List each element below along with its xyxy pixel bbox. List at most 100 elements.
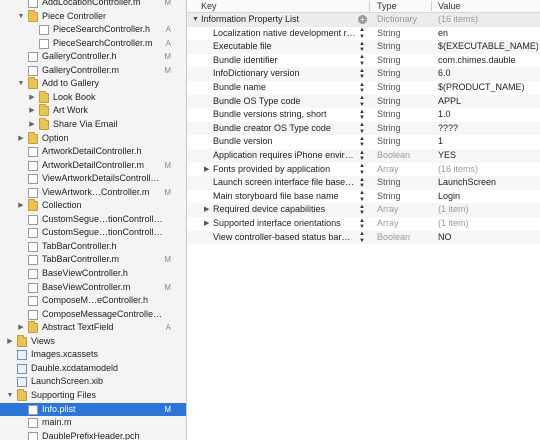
disclosure-open-icon[interactable]: ▼ <box>17 77 25 91</box>
disclosure-closed-icon[interactable]: ▶ <box>204 217 209 231</box>
plist-value[interactable]: YES <box>438 149 538 163</box>
plist-value[interactable]: Login <box>438 190 538 204</box>
disclosure-closed-icon[interactable]: ▶ <box>17 199 25 213</box>
disclosure-closed-icon[interactable]: ▶ <box>204 163 209 177</box>
plist-value[interactable]: (1 item) <box>438 217 538 231</box>
plist-type[interactable]: String <box>377 135 435 149</box>
navigator-file[interactable]: ArtworkDetailController.h <box>0 145 186 159</box>
plist-type[interactable]: String <box>377 176 435 190</box>
plist-value[interactable]: LaunchScreen <box>438 176 538 190</box>
disclosure-closed-icon[interactable]: ▶ <box>28 118 36 132</box>
key-selector-stepper-icon[interactable]: ▲▼ <box>359 122 365 135</box>
plist-key[interactable]: InfoDictionary version <box>213 67 359 81</box>
plist-key[interactable]: Supported interface orientations <box>213 217 359 231</box>
disclosure-closed-icon[interactable]: ▶ <box>28 91 36 105</box>
navigator-file[interactable]: PieceSearchController.h A <box>0 23 186 37</box>
plist-value[interactable]: $(EXECUTABLE_NAME) <box>438 40 538 54</box>
plist-type[interactable]: Boolean <box>377 231 435 245</box>
plist-type[interactable]: String <box>377 95 435 109</box>
plist-value[interactable]: $(PRODUCT_NAME) <box>438 81 538 95</box>
plist-row[interactable]: Bundle creator OS Type code ▲▼ String???? <box>187 121 540 136</box>
navigator-file[interactable]: PieceSearchController.m A <box>0 37 186 51</box>
disclosure-open-icon[interactable]: ▼ <box>17 10 25 24</box>
key-selector-stepper-icon[interactable]: ▲▼ <box>359 231 365 244</box>
plist-row[interactable]: Bundle version ▲▼ String 1 <box>187 135 540 149</box>
key-selector-stepper-icon[interactable]: ▲▼ <box>359 109 365 122</box>
plist-value[interactable]: (1 item) <box>438 203 538 217</box>
navigator-file[interactable]: CustomSegue…tionController.m <box>0 226 186 240</box>
key-selector-stepper-icon[interactable]: ▲▼ <box>359 136 365 149</box>
plist-type[interactable]: Array <box>377 203 435 217</box>
navigator-file[interactable]: GalleryController.h M <box>0 50 186 64</box>
key-column-header[interactable]: Key <box>201 0 217 12</box>
plist-type[interactable]: Array <box>377 163 435 177</box>
plist-type[interactable]: String <box>377 108 435 122</box>
key-selector-stepper-icon[interactable]: ▲▼ <box>359 190 365 203</box>
key-selector-stepper-icon[interactable]: ▲▼ <box>359 177 365 190</box>
type-column-header[interactable]: Type <box>377 0 397 12</box>
plist-row[interactable]: ▶ Required device capabilities ▲▼ Array (1 i… <box>187 203 540 217</box>
plist-root-row[interactable]: ▼ Information Property List + Dictionary (16… <box>187 13 540 27</box>
navigator-file[interactable]: CustomSegue…tionController.h <box>0 213 186 227</box>
plist-row[interactable]: Launch screen interface file base… ▲▼ Stri… <box>187 176 540 190</box>
plist-key[interactable]: Fonts provided by application <box>213 163 359 177</box>
plist-row[interactable]: Bundle identifier ▲▼ String com.chimes.daub… <box>187 54 540 68</box>
key-selector-stepper-icon[interactable]: ▲▼ <box>359 27 365 40</box>
plist-key[interactable]: Launch screen interface file base… <box>213 176 359 190</box>
plist-value[interactable]: ???? <box>438 122 538 136</box>
plist-key[interactable]: Bundle OS Type code <box>213 95 359 109</box>
plist-row[interactable]: Bundle versions string, short ▲▼ String 1.0 <box>187 108 540 122</box>
plist-type[interactable]: String <box>377 40 435 54</box>
plist-key[interactable]: Information Property List <box>201 13 359 27</box>
plist-value[interactable]: 6.0 <box>438 67 538 81</box>
plist-key[interactable]: Localization native development r… <box>213 27 359 41</box>
plist-type[interactable]: Boolean <box>377 149 435 163</box>
navigator-group[interactable]: ▶ Abstract TextField A <box>0 321 186 335</box>
plist-value[interactable]: en <box>438 27 538 41</box>
key-selector-stepper-icon[interactable]: ▲▼ <box>359 41 365 54</box>
plist-key[interactable]: Bundle identifier <box>213 54 359 68</box>
plist-value[interactable]: com.chimes.dauble <box>438 54 538 68</box>
plist-key[interactable]: Bundle versions string, short <box>213 108 359 122</box>
disclosure-open-icon[interactable]: ▼ <box>6 389 14 403</box>
plist-row[interactable]: Localization native development r… ▲▼ Stri… <box>187 27 540 41</box>
navigator-file[interactable]: BaseViewController.m M <box>0 281 186 295</box>
plist-key[interactable]: Executable file <box>213 40 359 54</box>
plist-row[interactable]: ▶ Fonts provided by application ▲▼ Array (16… <box>187 163 540 177</box>
disclosure-open-icon[interactable]: ▼ <box>192 13 199 27</box>
column-separator[interactable] <box>369 1 370 11</box>
navigator-group[interactable]: ▶ Look Book <box>0 90 186 105</box>
plist-type[interactable]: Dictionary <box>377 13 435 27</box>
navigator-file[interactable]: ArtworkDetailController.m M <box>0 159 186 173</box>
plist-value[interactable]: 1.0 <box>438 108 538 122</box>
disclosure-closed-icon[interactable]: ▶ <box>17 321 25 335</box>
column-separator[interactable] <box>431 1 432 11</box>
navigator-file[interactable]: Images.xcassets <box>0 348 186 362</box>
key-selector-stepper-icon[interactable]: ▲▼ <box>359 54 365 67</box>
disclosure-closed-icon[interactable]: ▶ <box>204 203 209 217</box>
navigator-group[interactable]: ▶ Collection <box>0 199 186 213</box>
plist-row[interactable]: Executable file ▲▼ String $(EXECUTABLE_NAME… <box>187 40 540 54</box>
disclosure-closed-icon[interactable]: ▶ <box>28 104 36 118</box>
plist-row[interactable]: ▶ Supported interface orientations ▲▼ Array… <box>187 217 540 231</box>
plist-type[interactable]: String <box>377 81 435 95</box>
navigator-group[interactable]: ▶ Share Via Email <box>0 117 186 132</box>
plist-type[interactable]: String <box>377 190 435 204</box>
disclosure-closed-icon[interactable]: ▶ <box>17 132 25 146</box>
plist-key[interactable]: Main storyboard file base name <box>213 190 359 204</box>
plist-key[interactable]: View controller-based status bar… <box>213 231 359 245</box>
plist-row[interactable]: View controller-based status bar… ▲▼ Boole… <box>187 230 540 245</box>
plist-row[interactable]: Bundle name ▲▼ String $(PRODUCT_NAME) <box>187 81 540 95</box>
plist-type[interactable]: String <box>377 67 435 81</box>
navigator-file[interactable]: main.m <box>0 416 186 430</box>
key-selector-stepper-icon[interactable]: ▲▼ <box>359 95 365 108</box>
navigator-group[interactable]: ▶ Option <box>0 131 186 146</box>
navigator-file[interactable]: ViewArtwork…Controller.m M <box>0 186 186 200</box>
navigator-group[interactable]: ▼ Supporting Files <box>0 388 186 403</box>
plist-key[interactable]: Bundle name <box>213 81 359 95</box>
navigator-group[interactable]: ▼ Piece Controller <box>0 9 186 24</box>
key-selector-stepper-icon[interactable]: ▲▼ <box>359 82 365 95</box>
key-selector-stepper-icon[interactable]: ▲▼ <box>359 204 365 217</box>
plist-row[interactable]: Application requires iPhone envir… ▲▼ Bool… <box>187 149 540 163</box>
plist-value[interactable]: NO <box>438 231 538 245</box>
